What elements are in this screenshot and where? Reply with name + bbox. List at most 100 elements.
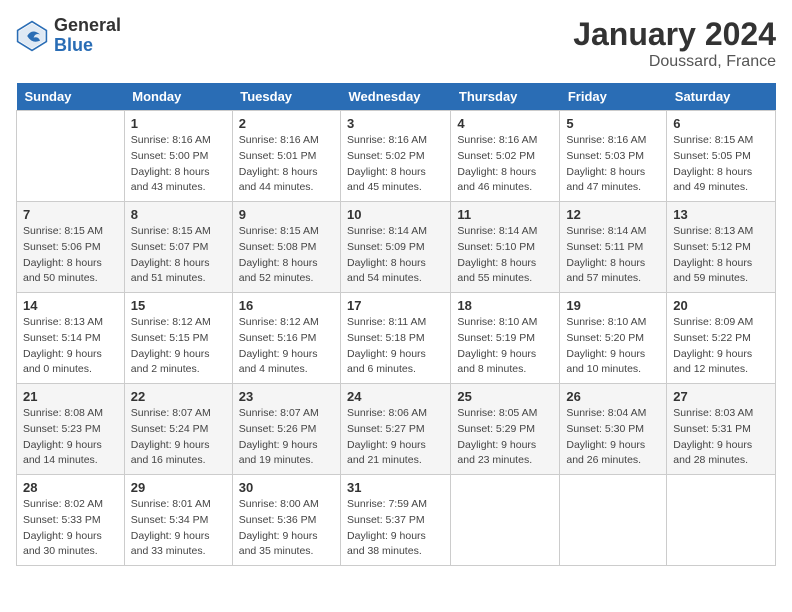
day-detail: Sunrise: 8:15 AMSunset: 5:06 PMDaylight:… (23, 224, 118, 287)
calendar-week-row: 7 Sunrise: 8:15 AMSunset: 5:06 PMDaylight… (17, 202, 776, 293)
calendar-cell: 8 Sunrise: 8:15 AMSunset: 5:07 PMDaylight… (124, 202, 232, 293)
day-number: 20 (673, 298, 769, 313)
logo-text: General Blue (54, 16, 121, 56)
day-detail: Sunrise: 8:00 AMSunset: 5:36 PMDaylight:… (239, 497, 334, 560)
day-number: 17 (347, 298, 444, 313)
day-detail: Sunrise: 8:10 AMSunset: 5:19 PMDaylight:… (457, 315, 553, 378)
day-number: 13 (673, 207, 769, 222)
calendar-cell: 22 Sunrise: 8:07 AMSunset: 5:24 PMDayligh… (124, 384, 232, 475)
calendar-cell: 4 Sunrise: 8:16 AMSunset: 5:02 PMDaylight… (451, 111, 560, 202)
day-detail: Sunrise: 8:10 AMSunset: 5:20 PMDaylight:… (566, 315, 660, 378)
day-number: 9 (239, 207, 334, 222)
day-number: 15 (131, 298, 226, 313)
day-number: 23 (239, 389, 334, 404)
calendar-cell: 2 Sunrise: 8:16 AMSunset: 5:01 PMDaylight… (232, 111, 340, 202)
day-detail: Sunrise: 8:11 AMSunset: 5:18 PMDaylight:… (347, 315, 444, 378)
day-number: 30 (239, 480, 334, 495)
calendar-week-row: 14 Sunrise: 8:13 AMSunset: 5:14 PMDayligh… (17, 293, 776, 384)
logo-general: General (54, 16, 121, 36)
calendar-week-row: 21Sunrise: 8:08 AMSunset: 5:23 PMDayligh… (17, 384, 776, 475)
calendar-cell: 27 Sunrise: 8:03 AMSunset: 5:31 PMDayligh… (667, 384, 776, 475)
day-number: 14 (23, 298, 118, 313)
day-detail: Sunrise: 8:16 AMSunset: 5:03 PMDaylight:… (566, 133, 660, 196)
day-number: 28 (23, 480, 118, 495)
day-detail: Sunrise: 8:16 AMSunset: 5:02 PMDaylight:… (457, 133, 553, 196)
day-detail: Sunrise: 8:16 AMSunset: 5:02 PMDaylight:… (347, 133, 444, 196)
column-header-thursday: Thursday (451, 83, 560, 111)
calendar-cell: 19 Sunrise: 8:10 AMSunset: 5:20 PMDayligh… (560, 293, 667, 384)
calendar-cell: 23 Sunrise: 8:07 AMSunset: 5:26 PMDayligh… (232, 384, 340, 475)
calendar-cell: 12Sunrise: 8:14 AMSunset: 5:11 PMDayligh… (560, 202, 667, 293)
calendar-cell: 21Sunrise: 8:08 AMSunset: 5:23 PMDayligh… (17, 384, 125, 475)
calendar-cell: 14 Sunrise: 8:13 AMSunset: 5:14 PMDayligh… (17, 293, 125, 384)
logo-blue: Blue (54, 36, 121, 56)
day-detail: Sunrise: 8:15 AMSunset: 5:05 PMDaylight:… (673, 133, 769, 196)
calendar-cell (17, 111, 125, 202)
day-number: 27 (673, 389, 769, 404)
day-number: 22 (131, 389, 226, 404)
day-detail: Sunrise: 8:15 AMSunset: 5:08 PMDaylight:… (239, 224, 334, 287)
column-header-monday: Monday (124, 83, 232, 111)
day-number: 1 (131, 116, 226, 131)
month-title: January 2024 (573, 16, 776, 53)
day-detail: Sunrise: 8:16 AMSunset: 5:00 PMDaylight:… (131, 133, 226, 196)
calendar-table: SundayMondayTuesdayWednesdayThursdayFrid… (16, 83, 776, 566)
day-detail: Sunrise: 8:14 AMSunset: 5:09 PMDaylight:… (347, 224, 444, 287)
calendar-cell: 28 Sunrise: 8:02 AMSunset: 5:33 PMDayligh… (17, 475, 125, 566)
day-detail: Sunrise: 8:02 AMSunset: 5:33 PMDaylight:… (23, 497, 118, 560)
day-detail: Sunrise: 8:16 AMSunset: 5:01 PMDaylight:… (239, 133, 334, 196)
day-detail: Sunrise: 8:07 AMSunset: 5:24 PMDaylight:… (131, 406, 226, 469)
calendar-cell: 24Sunrise: 8:06 AMSunset: 5:27 PMDayligh… (341, 384, 451, 475)
day-number: 25 (457, 389, 553, 404)
day-number: 2 (239, 116, 334, 131)
calendar-cell: 11Sunrise: 8:14 AMSunset: 5:10 PMDayligh… (451, 202, 560, 293)
day-detail: Sunrise: 8:09 AMSunset: 5:22 PMDaylight:… (673, 315, 769, 378)
day-detail: Sunrise: 8:03 AMSunset: 5:31 PMDaylight:… (673, 406, 769, 469)
calendar-cell: 20 Sunrise: 8:09 AMSunset: 5:22 PMDayligh… (667, 293, 776, 384)
day-number: 29 (131, 480, 226, 495)
day-detail: Sunrise: 8:12 AMSunset: 5:15 PMDaylight:… (131, 315, 226, 378)
day-detail: Sunrise: 7:59 AMSunset: 5:37 PMDaylight:… (347, 497, 444, 560)
day-number: 21 (23, 389, 118, 404)
calendar-cell: 18Sunrise: 8:10 AMSunset: 5:19 PMDayligh… (451, 293, 560, 384)
calendar-cell: 13 Sunrise: 8:13 AMSunset: 5:12 PMDayligh… (667, 202, 776, 293)
calendar-cell: 25Sunrise: 8:05 AMSunset: 5:29 PMDayligh… (451, 384, 560, 475)
calendar-cell: 15 Sunrise: 8:12 AMSunset: 5:15 PMDayligh… (124, 293, 232, 384)
day-number: 7 (23, 207, 118, 222)
day-detail: Sunrise: 8:04 AMSunset: 5:30 PMDaylight:… (566, 406, 660, 469)
day-detail: Sunrise: 8:14 AMSunset: 5:11 PMDaylight:… (566, 224, 660, 287)
location: Doussard, France (573, 53, 776, 71)
calendar-cell: 10Sunrise: 8:14 AMSunset: 5:09 PMDayligh… (341, 202, 451, 293)
day-detail: Sunrise: 8:15 AMSunset: 5:07 PMDaylight:… (131, 224, 226, 287)
calendar-cell: 3Sunrise: 8:16 AMSunset: 5:02 PMDaylight… (341, 111, 451, 202)
day-detail: Sunrise: 8:12 AMSunset: 5:16 PMDaylight:… (239, 315, 334, 378)
day-number: 16 (239, 298, 334, 313)
calendar-week-row: 1 Sunrise: 8:16 AMSunset: 5:00 PMDaylight… (17, 111, 776, 202)
column-header-wednesday: Wednesday (341, 83, 451, 111)
day-detail: Sunrise: 8:13 AMSunset: 5:12 PMDaylight:… (673, 224, 769, 287)
day-number: 24 (347, 389, 444, 404)
day-number: 31 (347, 480, 444, 495)
day-detail: Sunrise: 8:01 AMSunset: 5:34 PMDaylight:… (131, 497, 226, 560)
calendar-cell: 5 Sunrise: 8:16 AMSunset: 5:03 PMDaylight… (560, 111, 667, 202)
page-header: General Blue January 2024 Doussard, Fran… (16, 16, 776, 71)
day-number: 11 (457, 207, 553, 222)
day-detail: Sunrise: 8:13 AMSunset: 5:14 PMDaylight:… (23, 315, 118, 378)
day-number: 4 (457, 116, 553, 131)
day-detail: Sunrise: 8:07 AMSunset: 5:26 PMDaylight:… (239, 406, 334, 469)
calendar-cell: 6 Sunrise: 8:15 AMSunset: 5:05 PMDaylight… (667, 111, 776, 202)
calendar-cell (451, 475, 560, 566)
calendar-cell: 29 Sunrise: 8:01 AMSunset: 5:34 PMDayligh… (124, 475, 232, 566)
calendar-cell: 16 Sunrise: 8:12 AMSunset: 5:16 PMDayligh… (232, 293, 340, 384)
day-number: 19 (566, 298, 660, 313)
calendar-cell: 30 Sunrise: 8:00 AMSunset: 5:36 PMDayligh… (232, 475, 340, 566)
column-header-saturday: Saturday (667, 83, 776, 111)
logo-icon (16, 20, 48, 52)
calendar-cell: 26 Sunrise: 8:04 AMSunset: 5:30 PMDayligh… (560, 384, 667, 475)
day-number: 6 (673, 116, 769, 131)
calendar-cell (560, 475, 667, 566)
day-number: 26 (566, 389, 660, 404)
calendar-week-row: 28 Sunrise: 8:02 AMSunset: 5:33 PMDayligh… (17, 475, 776, 566)
day-number: 5 (566, 116, 660, 131)
day-number: 8 (131, 207, 226, 222)
